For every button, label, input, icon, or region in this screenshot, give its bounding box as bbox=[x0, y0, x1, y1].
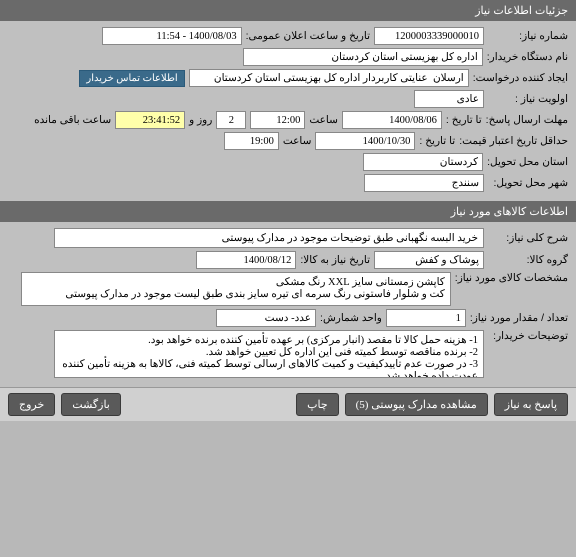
deadline-date-input[interactable] bbox=[342, 111, 442, 129]
priority-label: اولویت نیاز : bbox=[488, 93, 568, 105]
validity-date-input[interactable] bbox=[315, 132, 415, 150]
city-label: شهر محل تحویل: bbox=[488, 177, 568, 189]
details-form: شماره نیاز: تاریخ و ساعت اعلان عمومی: نا… bbox=[0, 21, 576, 201]
time-label-2: ساعت bbox=[283, 135, 312, 147]
back-button[interactable]: بازگشت bbox=[61, 393, 121, 416]
qty-input[interactable] bbox=[386, 309, 466, 327]
priority-input[interactable] bbox=[414, 90, 484, 108]
desc-textarea[interactable] bbox=[54, 228, 484, 248]
footer-spacer bbox=[127, 393, 290, 416]
reply-button[interactable]: پاسخ به نیاز bbox=[494, 393, 568, 416]
desc-label: شرح کلی نیاز: bbox=[488, 232, 568, 244]
city-input[interactable] bbox=[364, 174, 484, 192]
creator-input[interactable] bbox=[189, 69, 469, 87]
validity-time-input[interactable] bbox=[224, 132, 279, 150]
time-label-1: ساعت bbox=[309, 114, 338, 126]
buyer-input[interactable] bbox=[243, 48, 483, 66]
need-date-input[interactable] bbox=[196, 251, 296, 269]
group-label: گروه کالا: bbox=[488, 254, 568, 266]
buyer-notes-label: توضیحات خریدار: bbox=[488, 330, 568, 342]
deadline-label: مهلت ارسال پاسخ: bbox=[486, 114, 568, 126]
qty-label: تعداد / مقدار مورد نیاز: bbox=[470, 312, 568, 324]
contact-buyer-button[interactable]: اطلاعات تماس خریدار bbox=[79, 70, 184, 87]
section-header-goods: اطلاعات کالاهای مورد نیاز bbox=[0, 201, 576, 222]
pub-date-input[interactable] bbox=[102, 27, 242, 45]
buyer-label: نام دستگاه خریدار: bbox=[487, 51, 568, 63]
pub-date-label: تاریخ و ساعت اعلان عمومی: bbox=[246, 30, 370, 42]
need-no-input[interactable] bbox=[374, 27, 484, 45]
province-label: استان محل تحویل: bbox=[487, 156, 568, 168]
buyer-notes-textarea[interactable] bbox=[54, 330, 484, 378]
group-input[interactable] bbox=[374, 251, 484, 269]
section-header-details: جزئیات اطلاعات نیاز bbox=[0, 0, 576, 21]
spec-textarea[interactable] bbox=[21, 272, 451, 306]
remain-label: ساعت باقی مانده bbox=[34, 114, 111, 126]
need-date-label: تاریخ نیاز به کالا: bbox=[300, 254, 370, 266]
attachments-button[interactable]: مشاهده مدارک پیوستی (5) bbox=[345, 393, 488, 416]
spec-label: مشخصات کالای مورد نیاز: bbox=[455, 272, 568, 284]
footer-bar: پاسخ به نیاز مشاهده مدارک پیوستی (5) چاپ… bbox=[0, 387, 576, 421]
unit-input[interactable] bbox=[216, 309, 316, 327]
deadline-time-input[interactable] bbox=[250, 111, 305, 129]
to-date-label: تا تاریخ : bbox=[446, 114, 482, 126]
need-no-label: شماره نیاز: bbox=[488, 30, 568, 42]
unit-label: واحد شمارش: bbox=[320, 312, 382, 324]
province-input[interactable] bbox=[363, 153, 483, 171]
countdown-input bbox=[115, 111, 185, 129]
days-and-label: روز و bbox=[189, 114, 212, 126]
to-date-label-2: تا تاریخ : bbox=[419, 135, 455, 147]
validity-label: حداقل تاریخ اعتبار قیمت: bbox=[459, 135, 568, 147]
days-input[interactable] bbox=[216, 111, 246, 129]
creator-label: ایجاد کننده درخواست: bbox=[473, 72, 568, 84]
exit-button[interactable]: خروج bbox=[8, 393, 55, 416]
print-button[interactable]: چاپ bbox=[296, 393, 339, 416]
goods-form: شرح کلی نیاز: گروه کالا: تاریخ نیاز به ک… bbox=[0, 222, 576, 387]
